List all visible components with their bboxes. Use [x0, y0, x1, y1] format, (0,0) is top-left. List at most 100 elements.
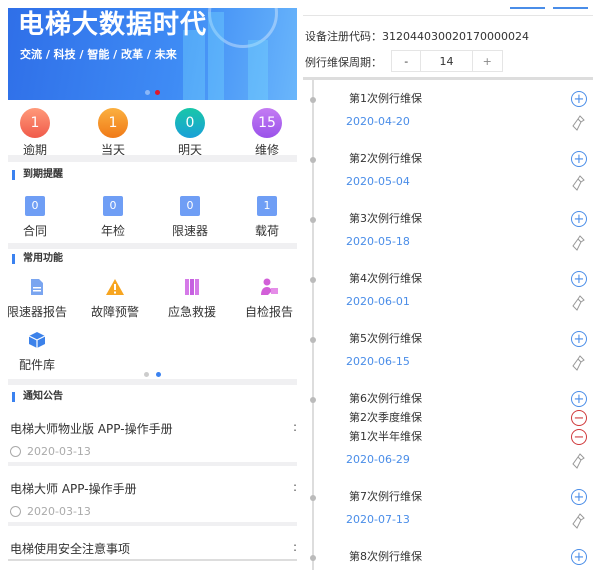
- divider: [8, 155, 297, 162]
- more-icon[interactable]: :: [293, 480, 297, 494]
- cycle-stepper[interactable]: - 14 +: [391, 50, 503, 72]
- notice-title: 电梯使用安全注意事项: [10, 542, 131, 556]
- banner-subtitle: 交流 / 科技 / 智能 / 改革 / 未来: [20, 48, 177, 61]
- schedule-entry: 第4次例行维保 +2020-06-01: [303, 271, 593, 311]
- device-code-row: 设备注册代码：312044030020170000024: [305, 28, 529, 44]
- add-circle-icon[interactable]: +: [571, 489, 587, 505]
- function-self-check-report[interactable]: 自检报告: [234, 277, 304, 320]
- maintenance-date[interactable]: 2020-05-04: [346, 175, 410, 188]
- divider: [8, 462, 297, 466]
- add-circle-icon[interactable]: +: [571, 391, 587, 407]
- banner-decoration: [208, 12, 224, 100]
- notice-title: 电梯大师 APP-操作手册: [10, 482, 137, 496]
- function-speed-limiter-report[interactable]: 限速器报告: [2, 277, 72, 320]
- notice-item[interactable]: 电梯使用安全注意事项:: [10, 540, 297, 557]
- brush-icon[interactable]: [572, 235, 586, 251]
- tab-indicator[interactable]: [510, 7, 545, 9]
- function-fault-warning[interactable]: 故障预警: [80, 277, 150, 320]
- due-label: 载荷: [254, 224, 279, 238]
- function-label: 应急救援: [167, 305, 216, 319]
- stat-today[interactable]: 1 当天: [83, 108, 143, 158]
- maintenance-item-label: 第1次半年维保: [349, 430, 422, 443]
- brush-icon[interactable]: [572, 175, 586, 191]
- brush-icon[interactable]: [572, 355, 586, 371]
- tab-indicator[interactable]: [553, 7, 588, 9]
- maintenance-item: 第1次例行维保 +: [303, 91, 593, 110]
- due-count: 0: [25, 196, 45, 216]
- function-parts-library[interactable]: 配件库: [2, 330, 72, 373]
- maintenance-date[interactable]: 2020-05-18: [346, 235, 410, 248]
- maintenance-item: 第2次季度维保 −: [303, 410, 593, 429]
- section-title-functions: 常用功能: [12, 254, 63, 264]
- add-circle-icon[interactable]: +: [571, 211, 587, 227]
- add-circle-icon[interactable]: +: [571, 271, 587, 287]
- more-icon[interactable]: :: [293, 420, 297, 434]
- maintenance-date[interactable]: 2020-06-01: [346, 295, 410, 308]
- notice-item[interactable]: 电梯大师 APP-操作手册 2020-03-13:: [10, 480, 297, 518]
- remove-circle-icon[interactable]: −: [571, 429, 587, 445]
- page-dot[interactable]: [144, 372, 149, 377]
- books-icon: [182, 277, 202, 297]
- maintenance-item-label: 第2次季度维保: [349, 411, 422, 424]
- brush-icon[interactable]: [572, 453, 586, 469]
- maintenance-item-label: 第4次例行维保: [349, 272, 422, 285]
- due-speed-limiter[interactable]: 0 限速器: [160, 196, 220, 239]
- maintenance-item: 第8次例行维保 +: [303, 549, 593, 568]
- maintenance-date[interactable]: 2020-07-13: [346, 513, 410, 526]
- function-emergency-rescue[interactable]: 应急救援: [157, 277, 227, 320]
- add-circle-icon[interactable]: +: [571, 549, 587, 565]
- maintenance-item: 第2次例行维保 +: [303, 151, 593, 170]
- divider: [303, 15, 593, 16]
- stat-count: 1: [98, 108, 128, 138]
- maintenance-item: 第1次半年维保 −: [303, 429, 593, 448]
- carousel-dot-active[interactable]: [155, 90, 160, 95]
- device-code-value: 312044030020170000024: [382, 30, 529, 43]
- notice-item[interactable]: 电梯大师物业版 APP-操作手册 2020-03-13:: [10, 420, 297, 458]
- maintenance-date[interactable]: 2020-06-29: [346, 453, 410, 466]
- banner-carousel[interactable]: 电梯大数据时代 交流 / 科技 / 智能 / 改革 / 未来: [8, 8, 297, 100]
- due-contract[interactable]: 0 合同: [5, 196, 65, 239]
- brush-icon[interactable]: [572, 513, 586, 529]
- stat-repair[interactable]: 15 维修: [237, 108, 297, 158]
- due-count: 0: [180, 196, 200, 216]
- page-dot-active[interactable]: [156, 372, 161, 377]
- maintenance-item: 第5次例行维保 +: [303, 331, 593, 350]
- notice-date: 2020-03-13: [27, 445, 91, 458]
- maintenance-item: 第6次例行维保 +: [303, 391, 593, 410]
- function-label: 自检报告: [244, 305, 293, 319]
- function-label: 配件库: [18, 358, 55, 372]
- maintenance-date[interactable]: 2020-06-15: [346, 355, 410, 368]
- maintenance-date[interactable]: 2020-04-20: [346, 115, 410, 128]
- due-label: 限速器: [171, 224, 208, 238]
- maintenance-item: 第3次例行维保 +: [303, 211, 593, 230]
- box-icon: [27, 330, 47, 350]
- function-label: 限速器报告: [6, 305, 67, 319]
- decrement-button[interactable]: -: [392, 51, 422, 71]
- remove-circle-icon[interactable]: −: [571, 410, 587, 426]
- banner-decoration: [248, 40, 268, 100]
- document-icon: [27, 277, 47, 297]
- maintenance-item-label: 第8次例行维保: [349, 550, 422, 563]
- due-count: 1: [257, 196, 277, 216]
- stat-tomorrow[interactable]: 0 明天: [160, 108, 220, 158]
- cycle-label: 例行维保周期：: [305, 56, 382, 69]
- add-circle-icon[interactable]: +: [571, 91, 587, 107]
- section-title-notices: 通知公告: [12, 392, 63, 402]
- schedule-entry: 第7次例行维保 +2020-07-13: [303, 489, 593, 529]
- due-annual-inspection[interactable]: 0 年检: [83, 196, 143, 239]
- due-load[interactable]: 1 载荷: [237, 196, 297, 239]
- maintenance-schedule-panel: 设备注册代码：312044030020170000024 例行维保周期： - 1…: [303, 0, 593, 570]
- home-panel: 电梯大数据时代 交流 / 科技 / 智能 / 改革 / 未来 1 逾期 1 当天 0…: [5, 0, 297, 570]
- stat-overdue[interactable]: 1 逾期: [5, 108, 65, 158]
- carousel-dot[interactable]: [145, 90, 150, 95]
- cycle-value-input[interactable]: 14: [421, 51, 473, 71]
- add-circle-icon[interactable]: +: [571, 151, 587, 167]
- increment-button[interactable]: +: [473, 51, 502, 71]
- schedule-entry: 第6次例行维保 + 第2次季度维保 − 第1次半年维保 − 2020-06-29: [303, 391, 593, 469]
- notice-title: 电梯大师物业版 APP-操作手册: [10, 422, 173, 436]
- brush-icon[interactable]: [572, 295, 586, 311]
- brush-icon[interactable]: [572, 115, 586, 131]
- more-icon[interactable]: :: [293, 540, 297, 554]
- add-circle-icon[interactable]: +: [571, 331, 587, 347]
- schedule-entry: 第5次例行维保 + 2020-06-15: [303, 331, 593, 371]
